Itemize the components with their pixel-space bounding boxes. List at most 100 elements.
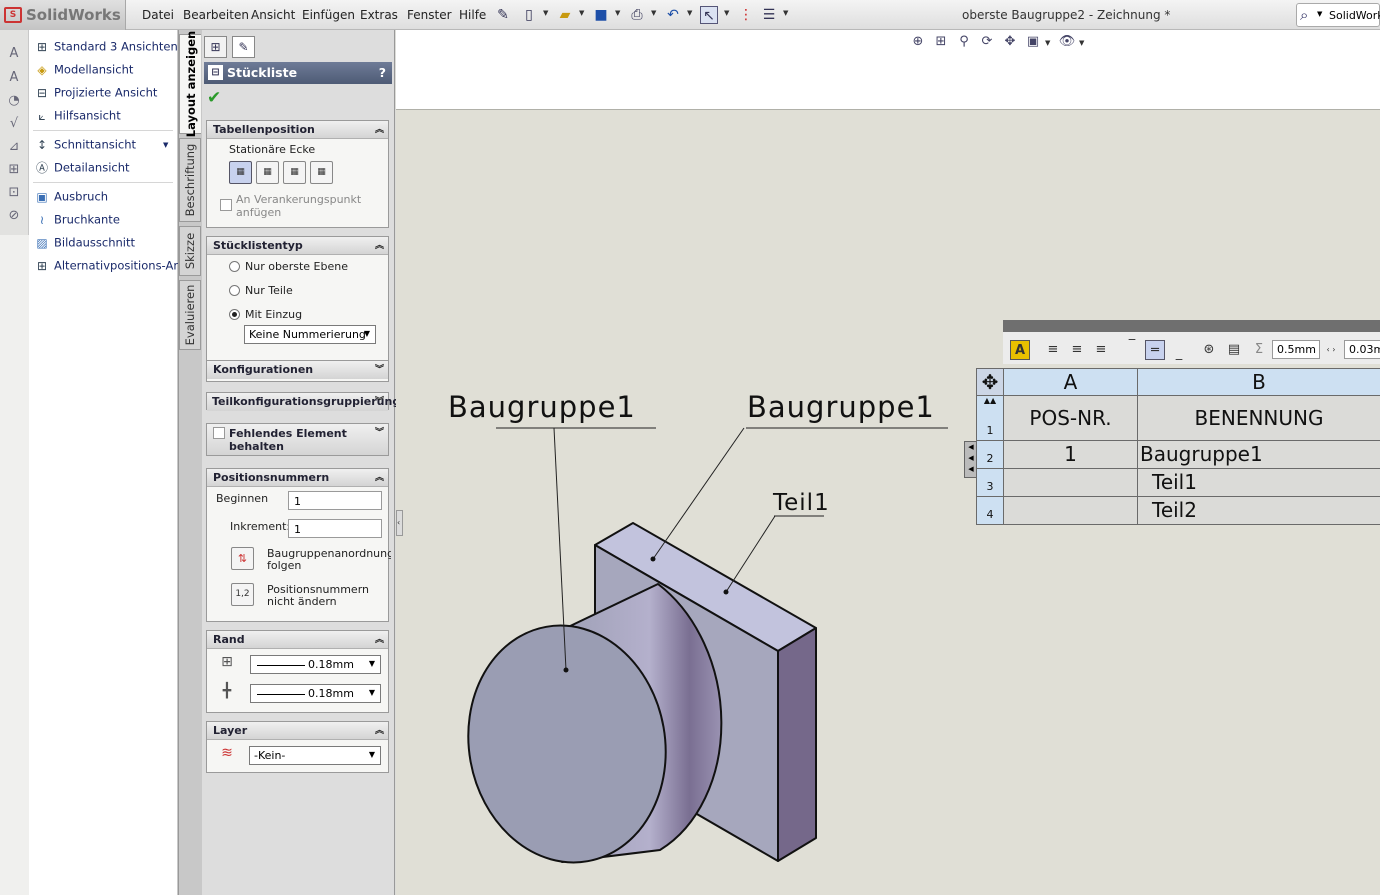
ok-checkmark-icon[interactable]: ✔ <box>207 88 221 108</box>
save-dropdown-icon[interactable]: ▼ <box>615 9 620 17</box>
radio-top-level-only[interactable] <box>229 261 240 272</box>
border-width-input[interactable]: 0.5mm <box>1272 340 1320 359</box>
bom-header-cell-benennung[interactable]: BENENNUNG <box>1137 395 1380 441</box>
column-header-b[interactable]: B <box>1137 368 1380 396</box>
search-box[interactable]: ⌕ ▼ SolidWorks <box>1296 3 1380 27</box>
new-document-icon[interactable]: ▯ <box>520 6 538 24</box>
group-header-layer[interactable]: Layer ︽ <box>207 722 388 740</box>
group-header-border[interactable]: Rand ︽ <box>207 631 388 649</box>
section-view-command[interactable]: ↕ Schnittansicht ▼ <box>34 137 168 153</box>
font-style-icon[interactable]: A <box>1010 340 1030 360</box>
table-cell[interactable]: Baugruppe1 <box>1137 440 1380 469</box>
menu-bearbeiten[interactable]: Bearbeiten <box>183 8 249 22</box>
radio-parts-only[interactable] <box>229 285 240 296</box>
property-manager-tab-icon[interactable]: ✎ <box>232 36 255 58</box>
balloon-label[interactable]: Baugruppe1 <box>448 390 636 424</box>
auxiliary-view-command[interactable]: ⟀ Hilfsansicht <box>34 108 120 124</box>
start-input[interactable]: 1 <box>288 491 382 510</box>
balloon-label[interactable]: Baugruppe1 <box>747 390 935 424</box>
corner-top-right-button[interactable]: ▦ <box>256 161 279 184</box>
select-dropdown-icon[interactable]: ▼ <box>724 9 729 17</box>
corner-bottom-left-button[interactable]: ▦ <box>283 161 306 184</box>
refresh-table-icon[interactable]: ⊛ <box>1199 340 1219 360</box>
undo-dropdown-icon[interactable]: ▼ <box>687 9 692 17</box>
tab-layout-anzeigen[interactable]: Layout anzeigen <box>179 31 201 137</box>
model-view-command[interactable]: ◈ Modellansicht <box>34 62 133 78</box>
datum-icon[interactable]: ⊞ <box>6 162 22 178</box>
text-height-input[interactable]: 0.03m <box>1344 340 1380 359</box>
balloon-label[interactable]: Teil1 <box>773 490 830 516</box>
save-icon[interactable]: ■ <box>592 6 610 24</box>
corner-bottom-right-button[interactable]: ▦ <box>310 161 333 184</box>
surface-finish-icon[interactable]: √ <box>6 116 22 132</box>
column-header-a[interactable]: A <box>1003 368 1138 396</box>
align-bottom-icon[interactable]: _ <box>1169 344 1189 364</box>
follow-assembly-order-button[interactable]: ⇅ <box>231 547 254 570</box>
crop-view-command[interactable]: ▨ Bildausschnitt <box>34 235 135 251</box>
drawing-canvas[interactable]: ⊕ ⊞ ⚲ ⟳ ✥ ▣ ▼ 👁 ▼ ‹ Baugruppe1 Baugruppe… <box>396 30 1380 895</box>
menu-fenster[interactable]: Fenster <box>407 8 452 22</box>
detail-view-command[interactable]: Ⓐ Detailansicht <box>34 160 130 176</box>
tab-beschriftung[interactable]: Beschriftung <box>179 138 201 222</box>
print-icon[interactable]: ⎙ <box>628 6 646 24</box>
section-dropdown-icon[interactable]: ▼ <box>163 141 168 149</box>
weld-symbol-icon[interactable]: ⊿ <box>6 139 22 155</box>
row-header[interactable]: 4 <box>976 496 1004 525</box>
align-center-icon[interactable]: ≡ <box>1067 340 1087 360</box>
bom-header-cell-posnr[interactable]: POS-NR. <box>1003 395 1138 441</box>
tolerance-icon[interactable]: ⊡ <box>6 185 22 201</box>
row-header[interactable]: 2 <box>976 440 1004 469</box>
row-header[interactable]: ▲▲ 1 <box>976 395 1004 441</box>
menu-datei[interactable]: Datei <box>142 8 174 22</box>
layer-select[interactable]: -Kein- ▼ <box>249 746 381 765</box>
tab-skizze[interactable]: Skizze <box>179 226 201 276</box>
table-move-handle[interactable]: ✥ <box>976 368 1004 396</box>
broken-out-section-command[interactable]: ▣ Ausbruch <box>34 189 108 205</box>
grid-border-select[interactable]: 0.18mm ▼ <box>250 684 381 703</box>
options-dropdown-icon[interactable]: ▼ <box>783 9 788 17</box>
table-cell[interactable]: Teil1 <box>1137 468 1380 497</box>
align-right-icon[interactable]: ≡ <box>1091 340 1111 360</box>
group-configurations[interactable]: Konfigurationen ︾ <box>206 360 389 379</box>
feature-manager-tab-icon[interactable]: ⊞ <box>204 36 227 58</box>
group-part-config-grouping[interactable]: Teilkonfigurationsgruppierung ︾ <box>206 392 400 411</box>
numbering-select[interactable]: Keine Nummerierung ▼ <box>244 325 376 344</box>
undo-icon[interactable]: ↶ <box>664 6 682 24</box>
align-left-icon[interactable]: ≡ <box>1043 340 1063 360</box>
group-header-bom-type[interactable]: Stücklistentyp ︽ <box>207 237 388 255</box>
group-header-item-numbers[interactable]: Positionsnummern ︽ <box>207 469 388 487</box>
table-cell[interactable]: Teil2 <box>1137 496 1380 525</box>
projected-view-command[interactable]: ⊟ Projizierte Ansicht <box>34 85 157 101</box>
sum-icon[interactable]: Σ <box>1249 340 1269 360</box>
rebuild-traffic-light-icon[interactable]: ⋮ <box>737 6 755 24</box>
menu-hilfe[interactable]: Hilfe <box>459 8 486 22</box>
search-dropdown-icon[interactable]: ▼ <box>1317 10 1322 18</box>
do-not-change-numbers-button[interactable]: 1,2 <box>231 583 254 606</box>
menu-extras[interactable]: Extras <box>360 8 398 22</box>
attach-anchor-checkbox[interactable] <box>220 199 232 211</box>
note-icon[interactable]: A <box>6 70 22 86</box>
align-middle-icon[interactable]: ═ <box>1145 340 1165 360</box>
balloon-icon[interactable]: ◔ <box>6 93 22 109</box>
corner-top-left-button[interactable]: ▦ <box>229 161 252 184</box>
hole-callout-icon[interactable]: ⊘ <box>6 208 22 224</box>
pin-icon[interactable]: ✎ <box>494 6 512 24</box>
align-top-icon[interactable]: ‾ <box>1122 336 1142 356</box>
spin-arrows-icon[interactable]: ‹ › <box>1321 340 1341 360</box>
tab-evaluieren[interactable]: Evaluieren <box>179 280 201 350</box>
help-button[interactable]: ? <box>379 65 386 80</box>
menu-einfuegen[interactable]: Einfügen <box>302 8 355 22</box>
break-command[interactable]: ≀ Bruchkante <box>34 212 120 228</box>
select-pointer-icon[interactable]: ↖ <box>700 6 718 24</box>
group-header-table-position[interactable]: Tabellenposition ︽ <box>207 121 388 139</box>
missing-component-checkbox[interactable] <box>213 427 225 439</box>
row-header[interactable]: 3 <box>976 468 1004 497</box>
open-folder-icon[interactable]: ▰ <box>556 6 574 24</box>
options-list-icon[interactable]: ☰ <box>760 6 778 24</box>
radio-indented[interactable] <box>229 309 240 320</box>
app-logo[interactable]: S SolidWorks <box>0 0 126 30</box>
new-dropdown-icon[interactable]: ▼ <box>543 9 548 17</box>
table-cell[interactable]: 1 <box>1003 440 1138 469</box>
standard-3-views-command[interactable]: ⊞ Standard 3 Ansichten <box>34 39 178 55</box>
table-cell[interactable] <box>1003 468 1138 497</box>
